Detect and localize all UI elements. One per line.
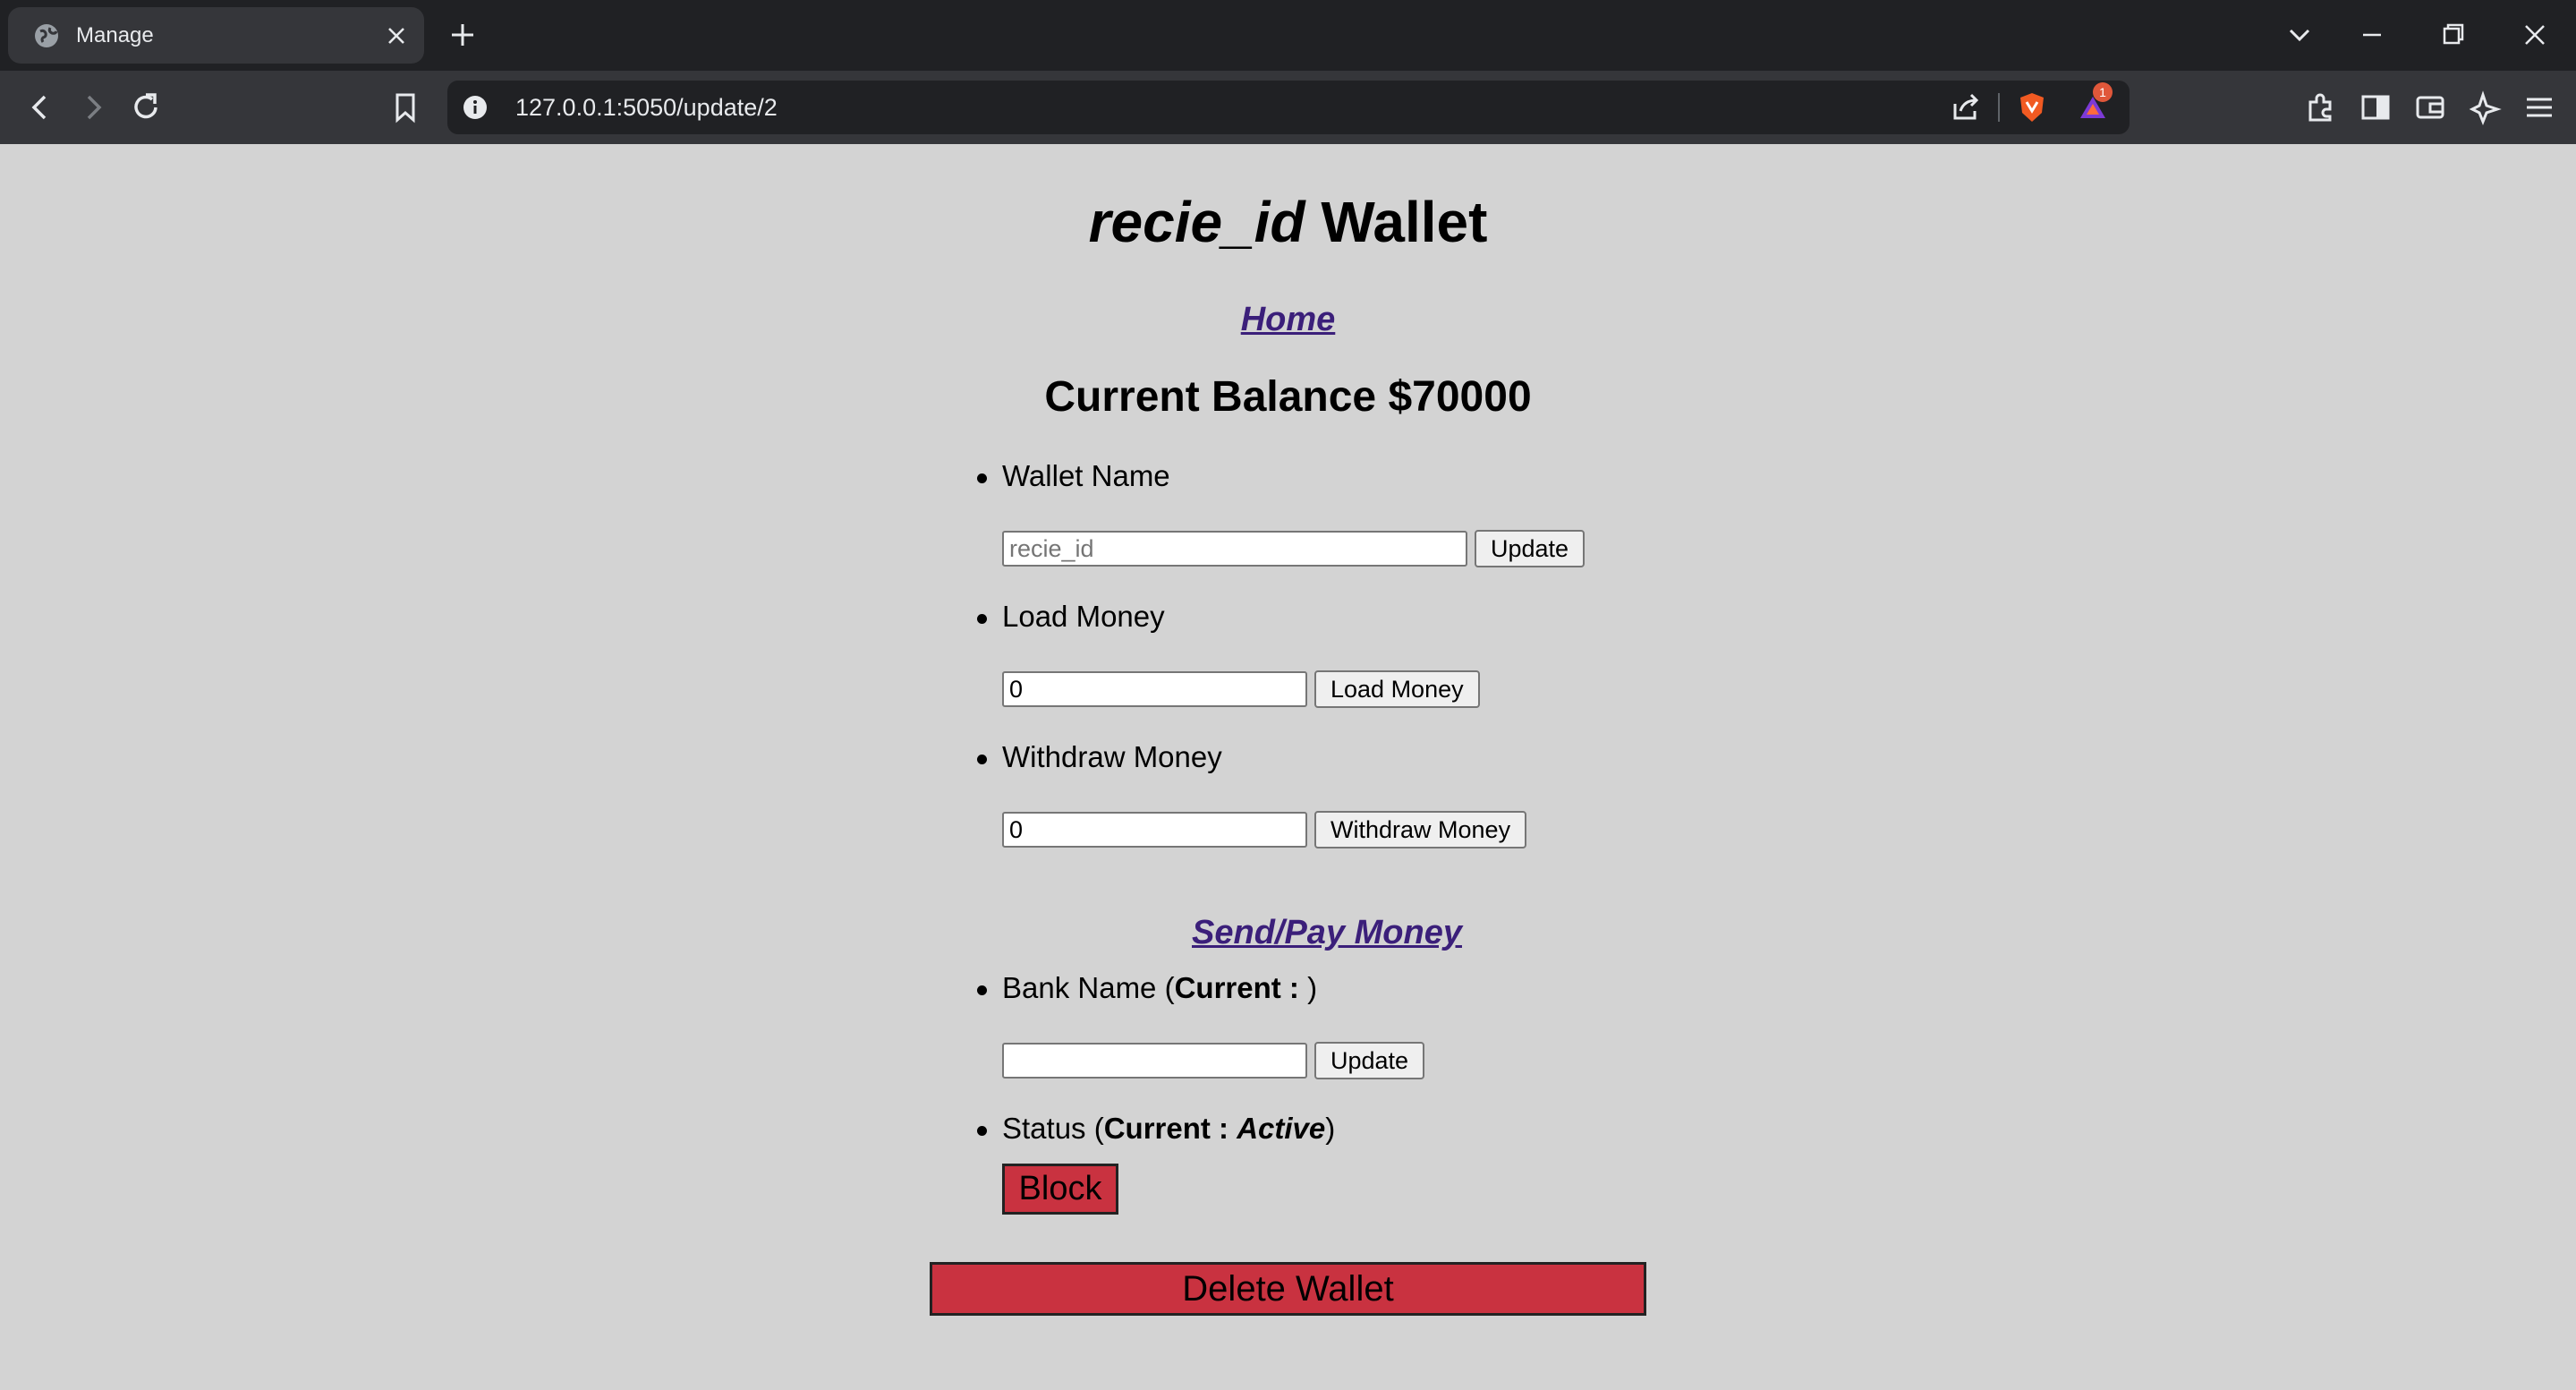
site-info-icon[interactable]	[462, 94, 489, 121]
tab-title: Manage	[76, 23, 154, 47]
address-bar[interactable]: 127.0.0.1:5050/update/2 1	[447, 81, 2130, 134]
status-current-value: Active	[1237, 1112, 1326, 1145]
wallet-name-title: recie_id	[1088, 190, 1305, 254]
globe-icon	[35, 24, 58, 47]
withdraw-money-button[interactable]: Withdraw Money	[1314, 811, 1527, 848]
bookmark-icon[interactable]	[387, 90, 423, 125]
home-link[interactable]: Home	[0, 301, 2576, 339]
extensions-icon[interactable]	[2303, 90, 2339, 125]
back-icon[interactable]	[22, 90, 58, 125]
wallet-name-label: Wallet Name	[1002, 459, 1170, 492]
wallet-title-suffix: Wallet	[1321, 190, 1488, 254]
restore-icon[interactable]	[2438, 20, 2469, 50]
menu-icon[interactable]	[2521, 90, 2557, 125]
status-label-text: Status (	[1002, 1112, 1104, 1145]
bullet	[977, 985, 987, 995]
page-title: recie_id Wallet	[0, 189, 2576, 255]
forward-icon[interactable]	[75, 90, 111, 125]
bullet	[977, 755, 987, 764]
withdraw-money-input[interactable]	[1002, 812, 1307, 848]
minimize-icon[interactable]	[2357, 20, 2387, 50]
tab-search-chevron-icon[interactable]	[2284, 20, 2315, 50]
load-money-input[interactable]	[1002, 671, 1307, 707]
close-tab-icon[interactable]	[385, 24, 408, 47]
browser-tab[interactable]: Manage	[8, 7, 424, 64]
new-tab-icon[interactable]	[447, 20, 478, 50]
leo-ai-icon[interactable]	[2467, 90, 2503, 125]
bank-name-label-text: Bank Name (	[1002, 971, 1175, 1004]
browser-tab-bar: Manage	[0, 0, 2576, 71]
update-bank-name-button[interactable]: Update	[1314, 1042, 1425, 1079]
load-money-label: Load Money	[1002, 600, 1165, 633]
share-icon[interactable]	[1948, 90, 1984, 125]
address-bar-divider	[1998, 93, 2000, 122]
bullet	[977, 1126, 987, 1136]
bank-name-input[interactable]	[1002, 1043, 1307, 1079]
close-window-icon[interactable]	[2520, 20, 2550, 50]
send-pay-money-link[interactable]: Send/Pay Money	[1192, 914, 1462, 952]
bullet	[977, 614, 987, 624]
sidebar-icon[interactable]	[2358, 90, 2393, 125]
wallet-icon[interactable]	[2412, 90, 2448, 125]
status-current-label: Current :	[1103, 1112, 1237, 1145]
delete-wallet-button[interactable]: Delete Wallet	[930, 1262, 1646, 1316]
bank-name-closing: )	[1307, 971, 1318, 1004]
bank-name-current-label: Current :	[1174, 971, 1308, 1004]
status-closing: )	[1325, 1112, 1336, 1145]
bank-name-label: Bank Name (Current : )	[1002, 971, 1317, 1005]
current-balance: Current Balance $70000	[1044, 373, 1532, 421]
notification-badge: 1	[2093, 82, 2113, 102]
withdraw-money-label: Withdraw Money	[1002, 740, 1222, 773]
page-viewport: recie_id Wallet Home Current Balance $70…	[0, 144, 2576, 1390]
block-button[interactable]: Block	[1002, 1164, 1118, 1215]
load-money-button[interactable]: Load Money	[1314, 670, 1480, 708]
wallet-name-input[interactable]	[1002, 531, 1467, 567]
bullet	[977, 473, 987, 483]
reload-icon[interactable]	[128, 90, 164, 125]
brave-shield-icon[interactable]	[2014, 90, 2050, 125]
url-text: 127.0.0.1:5050/update/2	[515, 94, 778, 121]
update-wallet-name-button[interactable]: Update	[1475, 530, 1586, 567]
status-label: Status (Current : Active)	[1002, 1112, 1335, 1146]
